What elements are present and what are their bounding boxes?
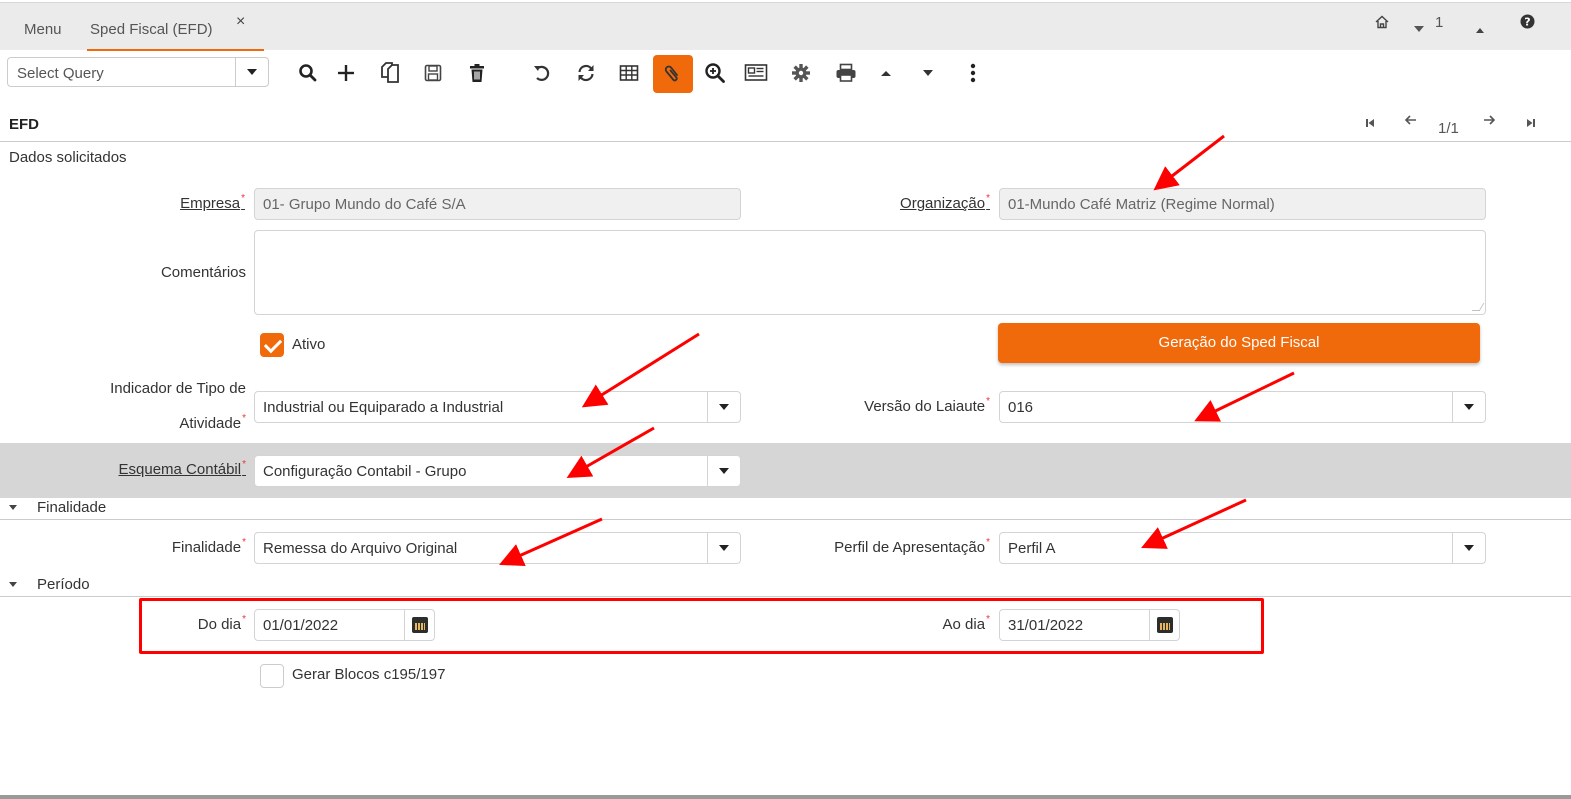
select-query-placeholder: Select Query xyxy=(17,65,104,82)
group-finalidade-label: Finalidade xyxy=(37,499,107,516)
required-mark: * xyxy=(242,537,246,548)
finalidade-value: Remessa do Arquivo Original xyxy=(263,540,458,557)
window-bottom-border xyxy=(0,795,1571,799)
undo-icon[interactable] xyxy=(527,58,557,88)
previous-arrow-icon[interactable] xyxy=(1404,113,1418,130)
gerar-blocos-label: Gerar Blocos c195/197 xyxy=(292,666,446,683)
caret-up-icon[interactable] xyxy=(1476,20,1484,36)
tab-sped-fiscal[interactable]: Sped Fiscal (EFD) xyxy=(90,21,213,38)
required-mark: * xyxy=(986,193,990,204)
chevron-down-icon[interactable] xyxy=(707,533,740,563)
esquema-label-text: Esquema Contábil xyxy=(118,461,242,478)
window-dropdown-icon[interactable] xyxy=(1414,19,1424,35)
process-icon[interactable] xyxy=(786,58,816,88)
resize-handle[interactable] xyxy=(1471,303,1485,311)
refresh-icon[interactable] xyxy=(571,58,601,88)
esquema-label[interactable]: Esquema Contábil* xyxy=(90,459,246,478)
section-title: Dados solicitados xyxy=(9,149,127,166)
empresa-label[interactable]: Empresa* xyxy=(150,193,245,212)
group-periodo-label: Período xyxy=(37,576,90,593)
required-mark: * xyxy=(242,413,246,424)
required-mark: * xyxy=(986,396,990,407)
perfil-label-text: Perfil de Apresentação xyxy=(834,539,986,556)
indicador-label-text: Atividade xyxy=(179,415,242,432)
attachment-icon[interactable] xyxy=(653,55,693,93)
finalidade-select[interactable]: Remessa do Arquivo Original xyxy=(254,532,741,564)
new-record-icon[interactable] xyxy=(331,58,361,88)
annotation-highlight-box xyxy=(139,598,1264,654)
active-tab-indicator xyxy=(87,49,264,51)
home-icon[interactable] xyxy=(1375,15,1389,32)
gerar-blocos-checkbox[interactable] xyxy=(260,664,284,688)
next-record-icon[interactable] xyxy=(913,58,943,88)
save-icon[interactable] xyxy=(418,58,448,88)
tab-menu[interactable]: Menu xyxy=(24,21,62,38)
collapse-icon[interactable] xyxy=(9,505,17,510)
empresa-field[interactable]: 01- Grupo Mundo do Café S/A xyxy=(254,188,741,220)
help-icon[interactable]: ? xyxy=(1520,14,1535,32)
required-mark: * xyxy=(241,193,245,204)
esquema-value: Configuração Contabil - Grupo xyxy=(263,463,467,480)
organizacao-label[interactable]: Organização* xyxy=(860,193,990,212)
chevron-down-icon[interactable] xyxy=(235,58,268,86)
chevron-down-icon[interactable] xyxy=(707,392,740,422)
versao-value: 016 xyxy=(1008,399,1034,416)
versao-laiaute-select[interactable]: 016 xyxy=(999,391,1486,423)
finalidade-label-text: Finalidade xyxy=(171,539,242,556)
comentarios-label: Comentários xyxy=(160,264,246,281)
search-icon[interactable] xyxy=(293,58,323,88)
window-tab-bar: Menu Sped Fiscal (EFD) × 1 ? xyxy=(0,2,1571,51)
required-mark: * xyxy=(986,537,990,548)
report-icon[interactable] xyxy=(741,58,771,88)
perfil-label: Perfil de Apresentação* xyxy=(780,537,990,556)
next-arrow-icon[interactable] xyxy=(1482,113,1496,130)
svg-text:?: ? xyxy=(1524,16,1530,29)
indicador-label-line2: Atividade* xyxy=(60,413,246,432)
perfil-apresentacao-select[interactable]: Perfil A xyxy=(999,532,1486,564)
finalidade-label: Finalidade* xyxy=(120,537,246,556)
collapse-icon[interactable] xyxy=(9,582,17,587)
chevron-down-icon[interactable] xyxy=(1452,392,1485,422)
group-periodo[interactable]: Período xyxy=(0,575,1571,597)
ativo-label: Ativo xyxy=(292,336,326,353)
chevron-down-icon[interactable] xyxy=(707,456,740,486)
organizacao-field[interactable]: 01-Mundo Café Matriz (Regime Normal) xyxy=(999,188,1486,220)
group-finalidade[interactable]: Finalidade xyxy=(0,498,1571,520)
indicador-label-line1: Indicador de Tipo de xyxy=(110,380,246,397)
record-header: EFD 1/1 xyxy=(0,108,1571,142)
esquema-contabil-select[interactable]: Configuração Contabil - Grupo xyxy=(254,455,741,487)
select-query-dropdown[interactable]: Select Query xyxy=(7,57,269,87)
first-record-icon[interactable] xyxy=(1365,116,1375,132)
organizacao-label-text: Organização xyxy=(900,195,986,212)
comentarios-textarea[interactable] xyxy=(254,230,1486,315)
delete-icon[interactable] xyxy=(462,58,492,88)
page-title: EFD xyxy=(9,116,39,133)
versao-label: Versão do Laiaute* xyxy=(820,396,990,415)
required-mark: * xyxy=(242,459,246,470)
perfil-value: Perfil A xyxy=(1008,540,1056,557)
chevron-down-icon[interactable] xyxy=(1452,533,1485,563)
zoom-across-icon[interactable] xyxy=(700,58,730,88)
toolbar: Select Query xyxy=(0,52,1571,96)
generate-sped-fiscal-button[interactable]: Geração do Sped Fiscal xyxy=(998,323,1480,363)
more-options-icon[interactable] xyxy=(958,58,988,88)
last-record-icon[interactable] xyxy=(1526,116,1536,132)
print-icon[interactable] xyxy=(831,58,861,88)
indicador-value: Industrial ou Equiparado a Industrial xyxy=(263,399,504,416)
versao-label-text: Versão do Laiaute xyxy=(864,398,986,415)
record-count: 1/1 xyxy=(1438,120,1459,137)
copy-icon[interactable] xyxy=(375,58,405,88)
previous-record-icon[interactable] xyxy=(871,58,901,88)
indicador-tipo-atividade-select[interactable]: Industrial ou Equiparado a Industrial xyxy=(254,391,741,423)
ativo-checkbox[interactable] xyxy=(260,333,284,357)
empresa-label-text: Empresa xyxy=(180,195,241,212)
grid-toggle-icon[interactable] xyxy=(614,58,644,88)
window-count: 1 xyxy=(1435,14,1444,31)
close-tab-icon[interactable]: × xyxy=(236,13,245,31)
arrow-organizacao xyxy=(1153,134,1225,191)
